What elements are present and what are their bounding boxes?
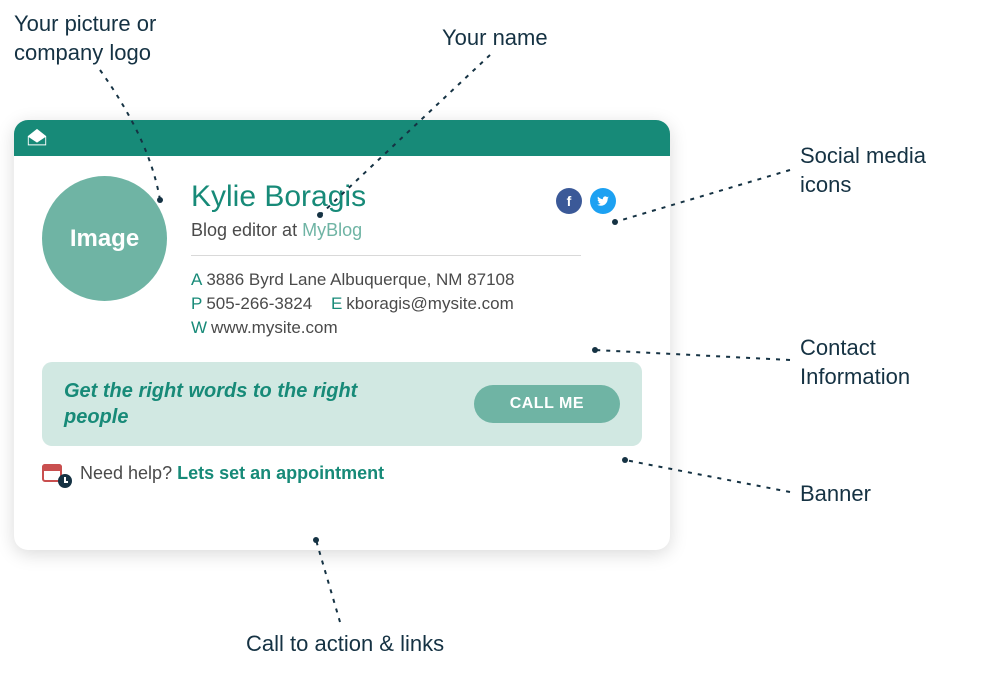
- calendar-clock-icon: [42, 460, 68, 486]
- social-icons-group: f: [556, 188, 616, 214]
- phone-value[interactable]: 505-266-3824: [206, 294, 312, 313]
- phone-email-line: P505-266-3824 Ekboragis@mysite.com: [191, 294, 642, 314]
- facebook-glyph: f: [567, 193, 572, 209]
- cta-row: Need help? Lets set an appointment: [42, 460, 642, 486]
- job-title: Blog editor at MyBlog: [191, 220, 642, 241]
- call-me-button[interactable]: CALL ME: [474, 385, 620, 423]
- annotation-contact: Contact Information: [800, 334, 910, 391]
- web-value[interactable]: www.mysite.com: [211, 318, 338, 337]
- email-key: E: [331, 294, 342, 313]
- address-value: 3886 Byrd Lane Albuquerque, NM 87108: [206, 270, 514, 289]
- divider: [191, 255, 581, 256]
- banner-text: Get the right words to the right people: [64, 378, 364, 430]
- web-line: Wwww.mysite.com: [191, 318, 642, 338]
- annotation-logo: Your picture or company logo: [14, 10, 156, 67]
- web-key: W: [191, 318, 207, 337]
- signature-card: Image Kylie Boragis Blog editor at MyBlo…: [14, 120, 670, 550]
- annotation-banner: Banner: [800, 480, 871, 509]
- banner: Get the right words to the right people …: [42, 362, 642, 446]
- title-prefix: Blog editor at: [191, 220, 302, 240]
- phone-key: P: [191, 294, 202, 313]
- annotation-social: Social media icons: [800, 142, 926, 199]
- cta-question-text: Need help?: [80, 463, 177, 483]
- card-header: [14, 120, 670, 156]
- address-key: A: [191, 270, 202, 289]
- annotation-cta: Call to action & links: [246, 630, 444, 659]
- avatar-image-placeholder: Image: [42, 176, 167, 301]
- twitter-icon[interactable]: [590, 188, 616, 214]
- facebook-icon[interactable]: f: [556, 188, 582, 214]
- email-value[interactable]: kboragis@mysite.com: [346, 294, 513, 313]
- annotation-name: Your name: [442, 24, 548, 53]
- address-line: A3886 Byrd Lane Albuquerque, NM 87108: [191, 270, 642, 290]
- cta-link[interactable]: Lets set an appointment: [177, 463, 384, 483]
- avatar-label: Image: [70, 225, 139, 253]
- company-name[interactable]: MyBlog: [302, 220, 362, 240]
- envelope-open-icon: [26, 127, 48, 149]
